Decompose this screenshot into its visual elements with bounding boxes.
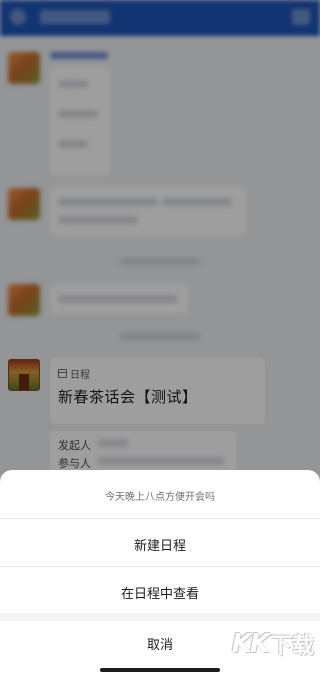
view-in-schedule-button[interactable]: 在日程中查看 [0,583,320,602]
section-gap [0,613,320,621]
watermark-logo: KK 下载 [232,624,314,664]
home-indicator[interactable] [100,668,220,672]
new-schedule-button[interactable]: 新建日程 [0,535,320,554]
action-sheet-title: 今天晚上八点方便开会吗 [105,492,215,503]
watermark-kk: KK [231,629,270,659]
watermark-download: 下载 [269,634,314,659]
divider [0,566,320,567]
divider [0,518,320,519]
